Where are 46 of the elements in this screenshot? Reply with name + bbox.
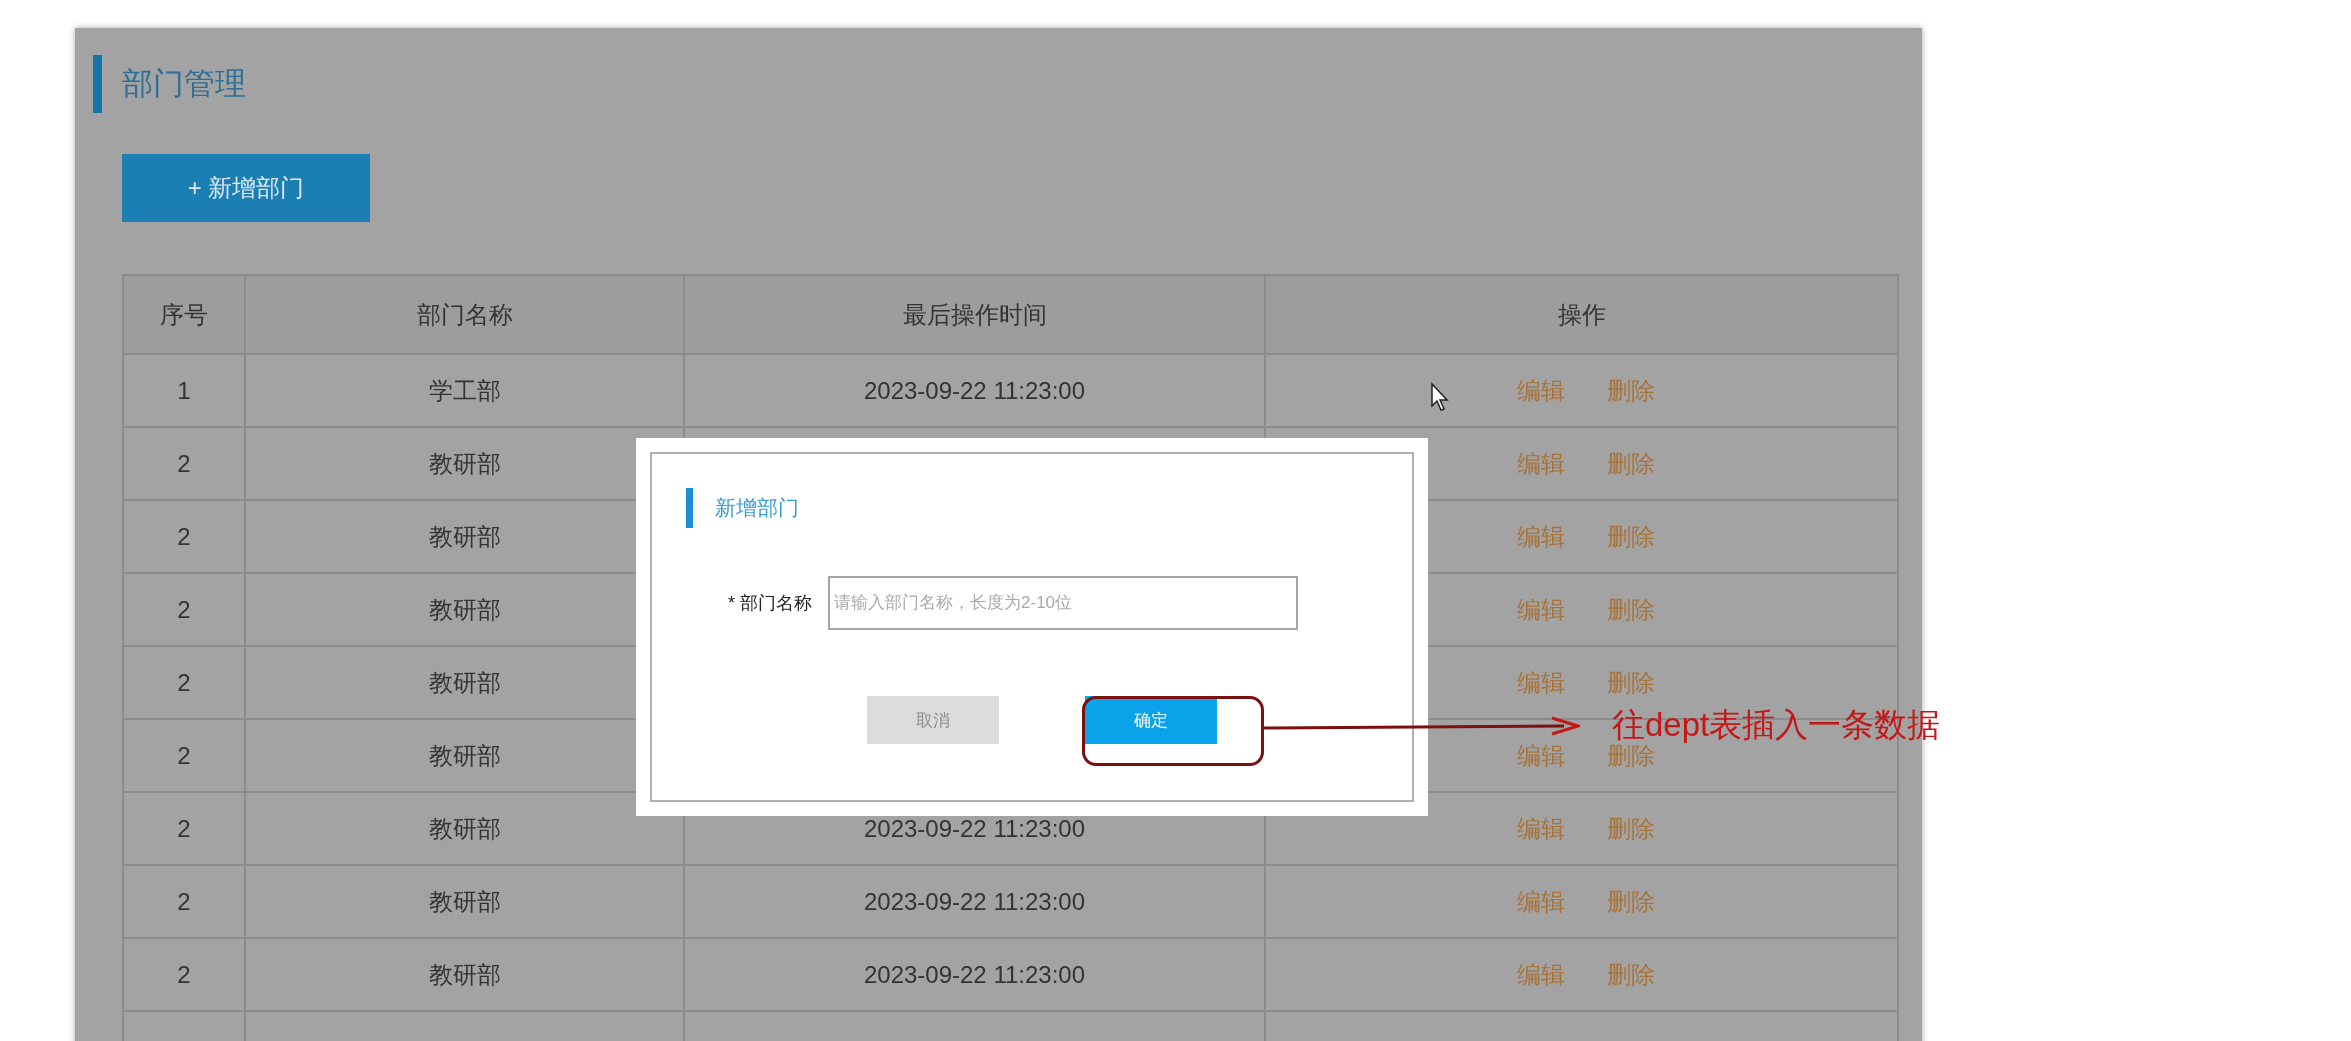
annotation-text: 往dept表插入一条数据	[1612, 708, 1941, 741]
action-link[interactable]: 删除	[1606, 958, 1655, 991]
action-link[interactable]: 删除	[1606, 593, 1655, 626]
title-accent-bar	[93, 55, 102, 113]
action-link[interactable]: 编辑	[1516, 520, 1565, 553]
dialog-title: 新增部门	[715, 495, 799, 521]
action-link[interactable]: 编辑	[1516, 958, 1565, 991]
field-label: * 部门名称	[728, 592, 812, 615]
title-accent-bar	[686, 488, 693, 528]
action-link[interactable]: 编辑	[1516, 666, 1565, 699]
cancel-button[interactable]: 取消	[867, 696, 999, 744]
action-link[interactable]: 删除	[1606, 520, 1655, 553]
column-header: 部门名称	[245, 275, 684, 354]
action-link[interactable]: 删除	[1606, 447, 1655, 480]
table-cell: 2023-09-22 11:23:00	[684, 865, 1265, 938]
table-cell: 2	[123, 865, 245, 938]
table-cell: 学工部	[245, 354, 684, 427]
table-cell: 教研部	[245, 938, 684, 1011]
table-cell: 2	[123, 719, 245, 792]
table-cell: 2	[123, 792, 245, 865]
table-cell: 2023-09-22 11:23:00	[684, 354, 1265, 427]
column-header: 操作	[1265, 275, 1898, 354]
action-link[interactable]: 删除	[1606, 666, 1655, 699]
table-cell: 2023-09-22 11:23:00	[684, 938, 1265, 1011]
table-cell: 2	[123, 646, 245, 719]
table-cell: 2	[123, 427, 245, 500]
add-department-button[interactable]: + 新增部门	[122, 154, 370, 222]
table-cell: 2	[123, 573, 245, 646]
table-cell: 2	[123, 500, 245, 573]
action-link[interactable]: 编辑	[1516, 593, 1565, 626]
action-link[interactable]: 编辑	[1516, 739, 1565, 772]
page-title: 部门管理	[122, 65, 246, 103]
table-cell: 教研部	[245, 865, 684, 938]
action-link[interactable]: 删除	[1606, 885, 1655, 918]
action-link[interactable]: 删除	[1606, 374, 1655, 407]
action-link[interactable]: 编辑	[1516, 447, 1565, 480]
action-link[interactable]: 编辑	[1516, 885, 1565, 918]
action-link[interactable]: 编辑	[1516, 812, 1565, 845]
column-header: 最后操作时间	[684, 275, 1265, 354]
table-cell: 2	[123, 938, 245, 1011]
input-field[interactable]: 请输入部门名称，长度为2-10位	[828, 576, 1298, 630]
table-cell: 1	[123, 354, 245, 427]
confirm-button[interactable]: 确定	[1085, 696, 1217, 744]
column-header: 序号	[123, 275, 245, 354]
action-link[interactable]: 删除	[1606, 812, 1655, 845]
action-link[interactable]: 编辑	[1516, 374, 1565, 407]
